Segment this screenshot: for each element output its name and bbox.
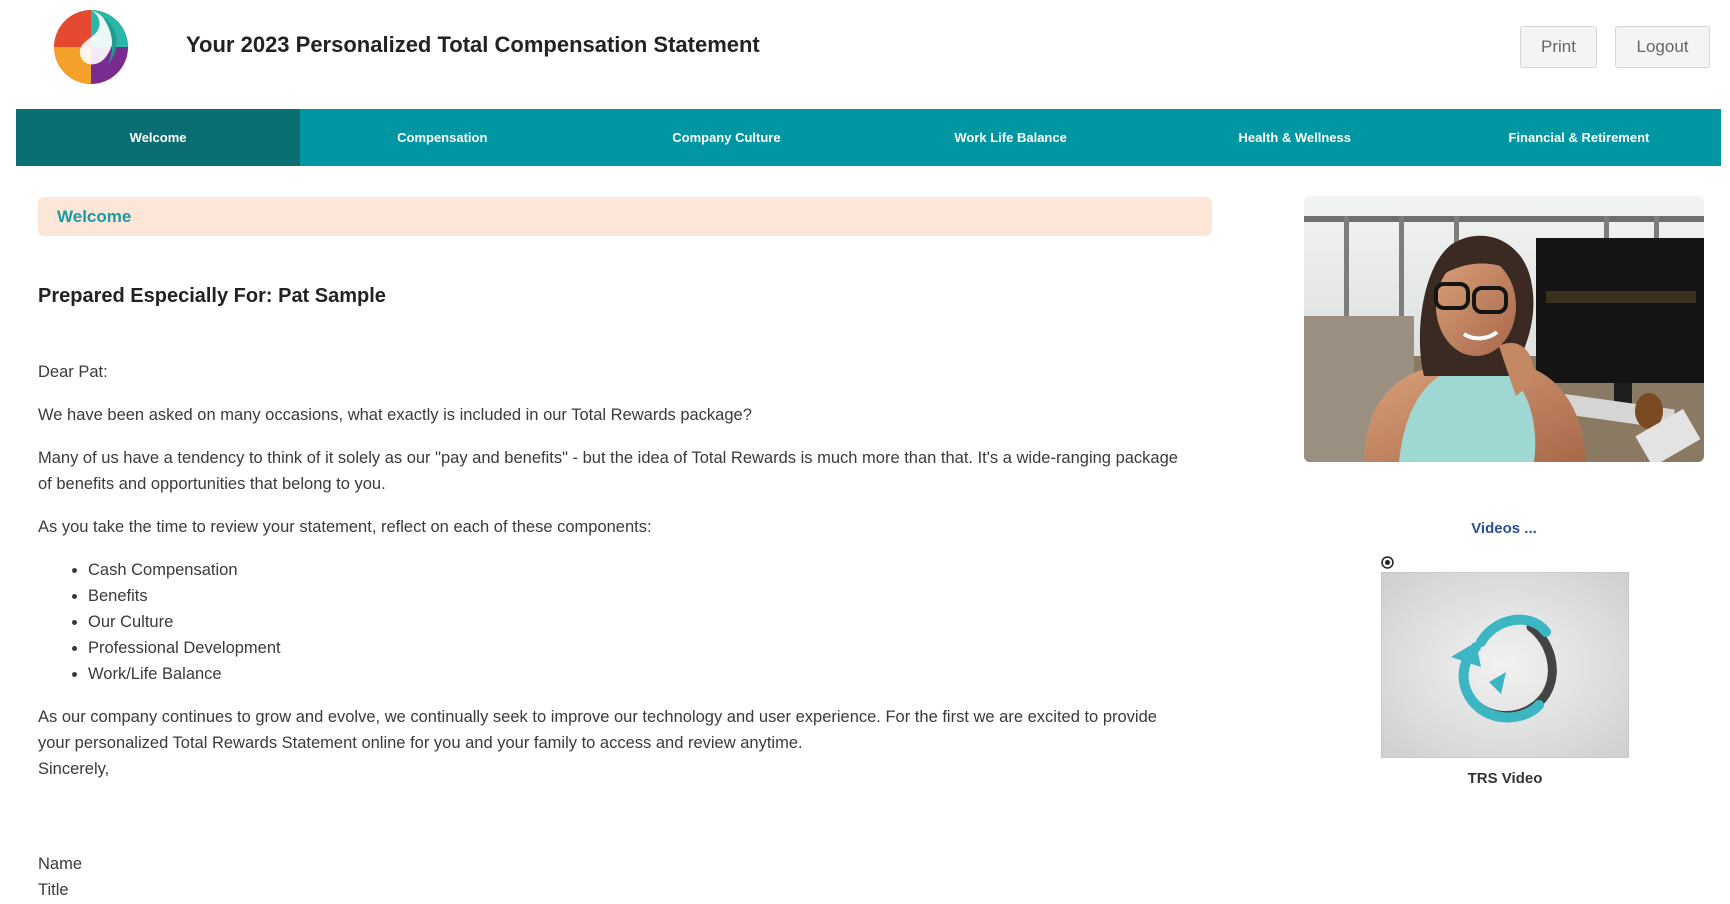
tab-compensation[interactable]: Compensation — [300, 109, 584, 166]
list-item: Professional Development — [88, 635, 1188, 661]
tab-work-life-balance[interactable]: Work Life Balance — [869, 109, 1153, 166]
letter-paragraph: As our company continues to grow and evo… — [38, 708, 1157, 752]
list-item: Benefits — [88, 583, 1188, 609]
tab-health-wellness[interactable]: Health & Wellness — [1153, 109, 1437, 166]
video-thumbnail[interactable] — [1381, 572, 1629, 758]
prepared-for-heading: Prepared Especially For: Pat Sample — [38, 285, 386, 307]
videos-link[interactable]: Videos ... — [1304, 520, 1704, 537]
section-title: Welcome — [57, 206, 132, 226]
page-title: Your 2023 Personalized Total Compensatio… — [186, 32, 760, 57]
components-list: Cash Compensation Benefits Our Culture P… — [88, 557, 1188, 687]
video-caption: TRS Video — [1467, 770, 1543, 787]
list-item: Our Culture — [88, 609, 1188, 635]
employee-photo — [1304, 196, 1704, 462]
letter-paragraph: Many of us have a tendency to think of i… — [38, 449, 1178, 493]
print-button[interactable]: Print — [1520, 26, 1597, 68]
greeting: Dear Pat: — [38, 363, 108, 381]
letter-paragraph: We have been asked on many occasions, wh… — [38, 406, 752, 424]
page-header: Your 2023 Personalized Total Compensatio… — [0, 0, 1730, 108]
list-item: Cash Compensation — [88, 557, 1188, 583]
play-icon[interactable] — [1381, 556, 1394, 569]
tab-financial-retirement[interactable]: Financial & Retirement — [1437, 109, 1721, 166]
signature-title: Title — [38, 881, 69, 899]
tab-welcome[interactable]: Welcome — [16, 109, 301, 166]
logo-icon — [54, 10, 128, 84]
closing: Sincerely, — [38, 760, 110, 778]
signature-name: Name — [38, 855, 83, 873]
list-item: Work/Life Balance — [88, 661, 1188, 687]
logout-button[interactable]: Logout — [1615, 26, 1710, 68]
letter-paragraph: As you take the time to review your stat… — [38, 518, 652, 536]
tab-company-culture[interactable]: Company Culture — [584, 109, 868, 166]
main-nav: Welcome Compensation Company Culture Wor… — [16, 109, 1721, 166]
section-banner: Welcome — [38, 197, 1212, 236]
welcome-letter: Dear Pat: We have been asked on many occ… — [38, 359, 1188, 799]
